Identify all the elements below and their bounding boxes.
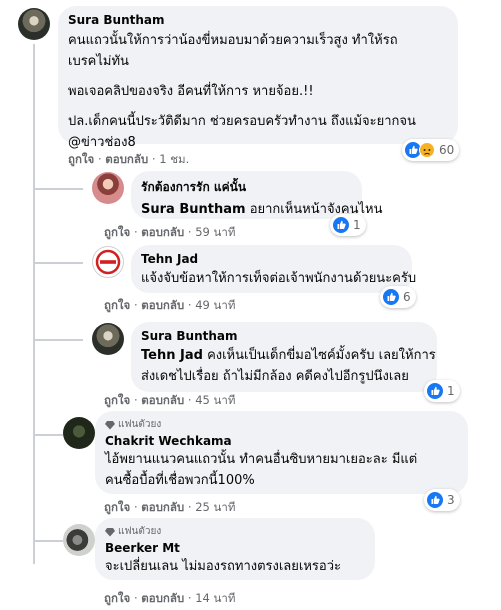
avatar[interactable] — [63, 417, 95, 449]
thread-branch — [33, 188, 83, 190]
like-link[interactable]: ถูกใจ — [104, 225, 130, 239]
thread-branch — [33, 540, 63, 542]
reaction-count: 1 — [353, 218, 361, 232]
reaction-count: 1 — [447, 384, 455, 398]
reaction-count: 60 — [439, 143, 455, 157]
reaction-summary[interactable]: 3 — [424, 489, 460, 511]
comment-time[interactable]: 25 นาที — [195, 500, 235, 514]
reply-link[interactable]: ตอบกลับ — [141, 393, 184, 407]
thumbs-up-icon — [427, 383, 443, 399]
reaction-summary[interactable]: 1 — [424, 380, 460, 402]
avatar[interactable] — [18, 8, 50, 40]
comment-author[interactable]: Beerker Mt — [105, 541, 365, 555]
thread-branch — [33, 339, 83, 341]
mention-link[interactable]: Tehn Jad — [141, 348, 203, 363]
comment-text-line: ส่งเดชไปเรื่อย ถ้าไม่มีกล้อง คดีคงไปอีกร… — [141, 369, 409, 384]
comment-time[interactable]: 14 นาที — [195, 591, 235, 605]
reaction-summary[interactable]: 1 — [330, 214, 366, 236]
avatar[interactable] — [92, 246, 124, 278]
comment-text: จะเปลี่ยนเลน ไม่มองรถทางตรงเลยเหรอว่ะ — [105, 559, 341, 574]
comment-time[interactable]: 45 นาที — [195, 393, 235, 407]
comment-time[interactable]: 49 นาที — [195, 298, 235, 312]
thread-branch — [33, 434, 63, 436]
sad-face-icon — [419, 142, 435, 158]
comment-text-line: คนซื้อบื้อที่เชื่อพวกนี้100% — [105, 473, 255, 488]
comment-text: แจ้งจับข้อหาให้การเท็จต่อเจ้าพนักงานด้วย… — [141, 271, 417, 286]
like-link[interactable]: ถูกใจ — [68, 152, 94, 166]
reaction-summary[interactable]: 6 — [380, 286, 416, 308]
comment-text-line: @ข่าวช่อง8 — [68, 135, 136, 150]
reply-link[interactable]: ตอบกลับ — [141, 298, 184, 312]
comment-text-line: ปล.เด็กคนนี้ประวัติดีมาก ช่วยครอบครัวทำง… — [68, 114, 416, 129]
comment-author[interactable]: Tehn Jad — [141, 252, 402, 266]
comment-text: อยากเห็นหน้าจังคนไหน — [249, 202, 383, 217]
comment-author[interactable]: Sura Buntham — [141, 329, 427, 343]
comment-actions: ถูกใจ · ตอบกลับ · 45 นาที — [104, 393, 236, 407]
comment-time[interactable]: 1 ชม. — [159, 152, 189, 166]
comment-text-line: เบรคไม่ทัน — [68, 54, 129, 69]
diamond-icon — [105, 420, 115, 429]
comment-actions: ถูกใจ · ตอบกลับ · 25 นาที — [104, 500, 236, 514]
thread-line — [33, 44, 35, 564]
comment-time[interactable]: 59 นาที — [195, 225, 235, 239]
reply-link[interactable]: ตอบกลับ — [105, 152, 148, 166]
comment-bubble: Sura Buntham คนแถวนั้นให้การว่าน้องขี่หม… — [58, 6, 458, 150]
top-fan-badge: แฟนตัวยง — [105, 417, 458, 432]
comment-author[interactable]: Chakrit Wechkama — [105, 434, 458, 448]
diamond-icon — [105, 527, 115, 536]
reaction-count: 6 — [403, 290, 411, 304]
avatar[interactable] — [92, 172, 124, 204]
comment-bubble: แฟนตัวยง Beerker Mt จะเปลี่ยนเลน ไม่มองร… — [95, 518, 375, 580]
comment-text-line: คงเห็นเป็นเด็กขี่มอไซค์มั้งครับ เลยให้กา… — [207, 348, 436, 363]
comment-bubble: Tehn Jad แจ้งจับข้อหาให้การเท็จต่อเจ้าพน… — [131, 245, 417, 293]
comment-bubble: แฟนตัวยง Chakrit Wechkama ไอ้พยานแนวคนแถ… — [95, 411, 468, 494]
comment-actions: ถูกใจ · ตอบกลับ · 59 นาที — [104, 225, 236, 239]
avatar[interactable] — [92, 323, 124, 355]
comment-bubble: Sura Buntham Tehn Jad คงเห็นเป็นเด็กขี่ม… — [131, 322, 437, 392]
comment-author[interactable]: Sura Buntham — [68, 13, 448, 27]
reaction-summary[interactable]: 60 — [402, 139, 460, 161]
comment-bubble: รักต้องการรัก แค่นั้น Sura Buntham อยากเ… — [131, 171, 382, 219]
top-fan-badge: แฟนตัวยง — [105, 524, 365, 539]
avatar[interactable] — [63, 524, 95, 556]
comment-text-line: ไอ้พยานแนวคนแถวนั้น ทำคนอื่นซิบหายมาเยอะ… — [105, 452, 418, 467]
thread-branch — [33, 262, 83, 264]
reply-link[interactable]: ตอบกลับ — [141, 500, 184, 514]
comment-text-line: คนแถวนั้นให้การว่าน้องขี่หมอบมาด้วยความเ… — [68, 33, 398, 48]
no-entry-logo — [95, 249, 121, 275]
comment-actions: ถูกใจ · ตอบกลับ · 1 ชม. — [68, 152, 190, 166]
reaction-count: 3 — [447, 493, 455, 507]
thumbs-up-icon — [383, 289, 399, 305]
mention-link[interactable]: Sura Buntham — [141, 202, 246, 217]
reply-link[interactable]: ตอบกลับ — [141, 225, 184, 239]
reply-link[interactable]: ตอบกลับ — [141, 591, 184, 605]
like-link[interactable]: ถูกใจ — [104, 393, 130, 407]
thumbs-up-icon — [427, 492, 443, 508]
comment-author[interactable]: รักต้องการรัก แค่นั้น — [141, 178, 352, 197]
comment-actions: ถูกใจ · ตอบกลับ · 14 นาที — [104, 591, 236, 605]
comment-actions: ถูกใจ · ตอบกลับ · 49 นาที — [104, 298, 236, 312]
like-link[interactable]: ถูกใจ — [104, 500, 130, 514]
comment-text-line: พอเจอคลิปของจริง อีคนที่ให้การ หายจ้อย.!… — [68, 84, 314, 99]
thumbs-up-icon — [333, 217, 349, 233]
like-link[interactable]: ถูกใจ — [104, 591, 130, 605]
like-link[interactable]: ถูกใจ — [104, 298, 130, 312]
